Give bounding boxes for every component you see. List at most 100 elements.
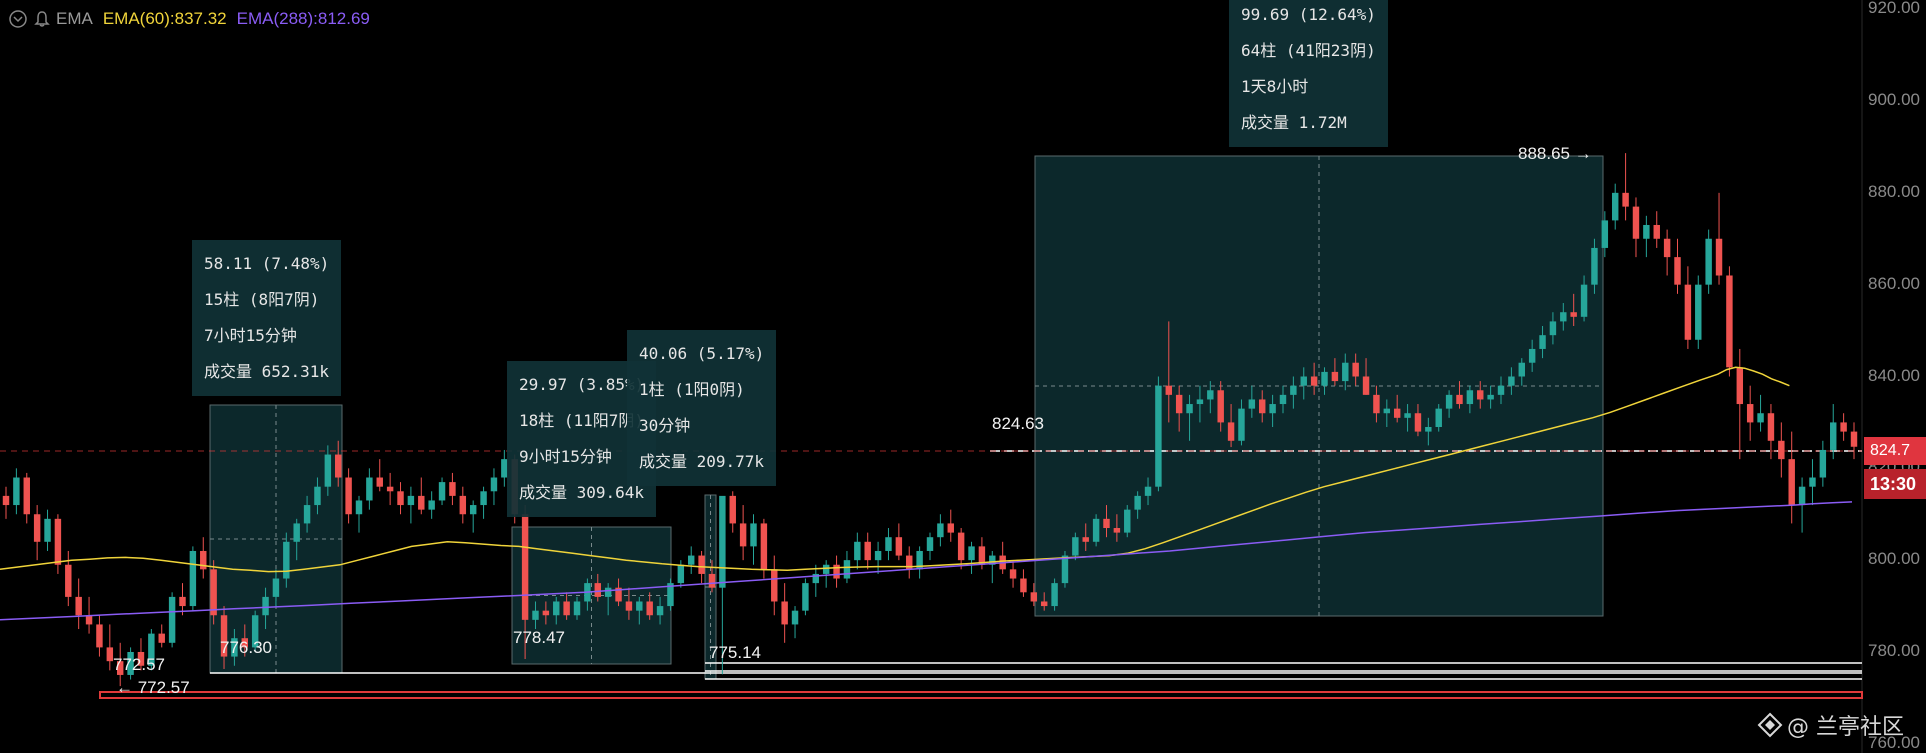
candle-body [1840,422,1847,432]
candle-body [646,601,653,616]
candle-body [719,495,726,588]
candle-body [708,573,716,588]
candle-body [1736,367,1744,405]
candle-body [1663,238,1671,258]
candle-body [677,564,685,584]
candle-body [1695,284,1702,340]
low-label-778: 778.47 [513,628,565,647]
candle-body [895,537,903,556]
candle-body [864,541,871,561]
candle-body [573,601,581,616]
candle-body [1238,408,1245,441]
candle-body [1040,601,1048,607]
candle-body [1092,518,1100,542]
candle-body [1497,385,1505,395]
candle-body [1653,224,1660,239]
candle-body [449,482,456,496]
candle-body [210,569,217,616]
price-axis-tick: 780.00 [1868,640,1920,660]
candle-body [1020,578,1027,593]
candle-body [771,569,778,602]
candle-body [293,523,300,542]
candle-body [1611,192,1619,221]
candle-body [532,610,539,620]
candle-body [1175,394,1183,414]
candle-body [1830,422,1837,450]
candle-body [2,495,10,506]
candle-body [1622,192,1629,207]
candle-body [553,601,560,616]
measurement-tooltip-3: 40.06 (5.17%) 1柱 (1阳0阴) 30分钟 成交量 209.77k [627,330,777,486]
price-axis-tick: 860.00 [1868,273,1920,293]
candle-body [1383,408,1391,414]
candle-body [1767,413,1775,441]
candle-body [542,610,550,616]
price-axis-tick: 920.00 [1868,0,1920,18]
candle-body [1726,275,1733,368]
candle-body [750,523,757,547]
price-axis-tick: 880.00 [1868,181,1920,201]
candle-body [1809,477,1816,487]
alert-bell-icon[interactable] [32,9,52,29]
candle-body [1705,238,1712,285]
candle-body [1134,495,1141,510]
candle-body [1549,321,1557,336]
measurement-tooltip-1: 58.11 (7.48%) 15柱 (8阳7阴) 7小时15分钟 成交量 652… [192,240,342,396]
candle-body [272,578,280,597]
candle-body [283,541,290,579]
candle-body [324,454,332,487]
candle-body [345,477,352,515]
candle-body [926,537,934,551]
candle-body [1508,376,1515,386]
candle-body [1746,404,1754,423]
candle-body [75,596,82,616]
tooltip-bars: 18柱 (11阳7阴) [519,411,645,430]
candle-body [1165,385,1173,395]
candle-body [1155,385,1162,487]
candle-body [54,518,62,565]
tooltip-duration: 1天8小时 [1241,77,1309,96]
candle-body [179,596,186,607]
candle-body [366,477,373,501]
candle-body [376,477,383,487]
candle-body [303,505,311,524]
candle-body [1435,408,1442,428]
candle-body [1009,569,1017,579]
candle-body [189,550,197,607]
candle-body [636,601,643,611]
candle-body [1560,312,1567,322]
candle-body [1715,238,1723,276]
candle-body [1798,486,1806,506]
candle-body [1072,537,1079,556]
tooltip-change: 29.97 (3.85%) [519,375,645,394]
candle-body [1445,394,1453,409]
collapse-icon[interactable] [8,9,28,29]
candle-body [739,523,747,547]
indicator-bar: EMA EMA(60):837.32 EMA(288):812.69 [8,8,370,30]
candle-body [1227,422,1235,441]
candle-body [729,495,736,524]
ema60-value: EMA(60):837.32 [102,9,227,28]
candle-body [397,491,404,506]
candle-body [604,587,612,597]
low-label-776: 776.30 [220,638,272,657]
candle-body [957,532,965,561]
price-axis-tick: 900.00 [1868,90,1920,109]
low-label-775: 775.14 [709,643,761,662]
candle-body [947,523,954,533]
tooltip-volume: 成交量 1.72M [1241,113,1347,132]
candle-body [1591,247,1598,285]
tooltip-bars: 15柱 (8阳7阴) [204,290,320,309]
candle-body [13,477,20,506]
candle-body [1425,427,1432,432]
candle-body [968,546,975,561]
candle-body [1030,592,1038,602]
candle-body [1310,376,1318,386]
tooltip-volume: 成交量 309.64k [519,483,645,502]
tooltip-volume: 成交量 652.31k [204,362,330,381]
candle-body [1601,220,1609,248]
candle-body [1414,413,1422,432]
candle-body [1393,408,1401,418]
indicator-name: EMA [56,9,93,28]
candle-body [1051,583,1058,607]
